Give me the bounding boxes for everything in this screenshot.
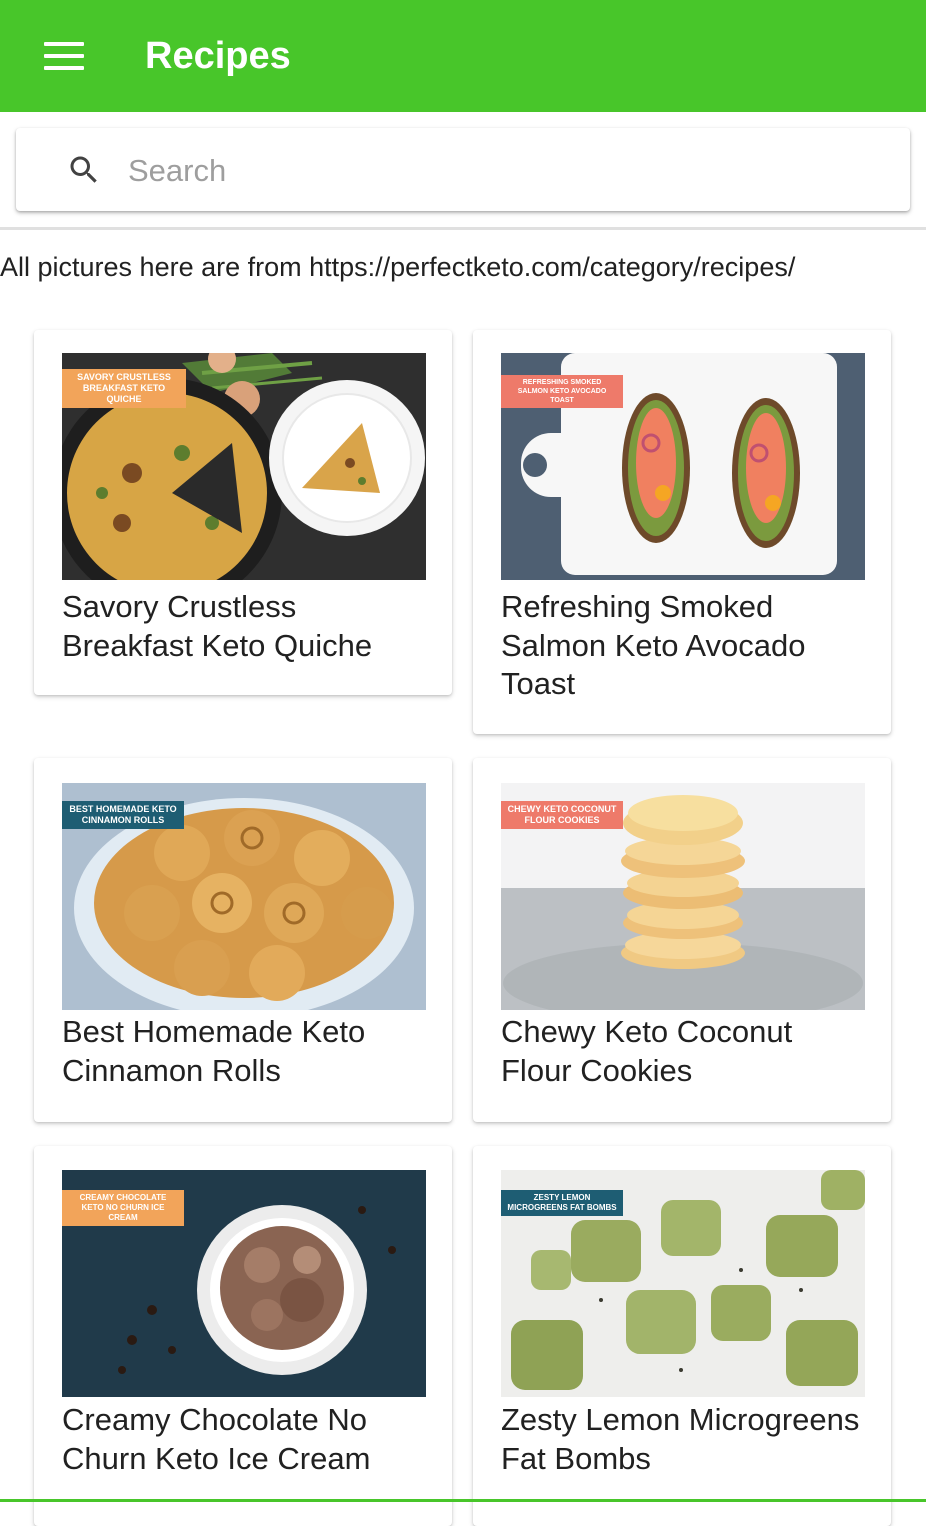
recipe-image: ZESTY LEMON MICROGREENS FAT BOMBS — [501, 1170, 865, 1397]
search-bar — [16, 128, 910, 211]
recipe-card-fat-bombs[interactable]: ZESTY LEMON MICROGREENS FAT BOMBS Zesty … — [473, 1146, 891, 1526]
recipe-card-ice-cream[interactable]: CREAMY CHOCOLATE KETO NO CHURN ICE CREAM… — [34, 1146, 452, 1526]
recipe-title: Best Homemade Keto Cinnamon Rolls — [62, 1014, 366, 1088]
search-input[interactable] — [126, 146, 890, 196]
recipe-image: SAVORY CRUSTLESS BREAKFAST KETO QUICHE — [62, 353, 426, 580]
recipe-title: Refreshing Smoked Salmon Keto Avocado To… — [501, 589, 806, 701]
recipe-tag: ZESTY LEMON MICROGREENS FAT BOMBS — [501, 1190, 623, 1216]
divider — [0, 227, 926, 230]
recipe-tag: BEST HOMEMADE KETO CINNAMON ROLLS — [62, 801, 184, 829]
recipe-card-salmon-toast[interactable]: REFRESHING SMOKED SALMON KETO AVOCADO TO… — [473, 330, 891, 734]
page-title: Recipes — [145, 35, 291, 77]
recipe-title: Chewy Keto Coconut Flour Cookies — [501, 1014, 793, 1088]
recipe-image: CREAMY CHOCOLATE KETO NO CHURN ICE CREAM — [62, 1170, 426, 1397]
recipe-title: Creamy Chocolate No Churn Keto Ice Cream — [62, 1402, 371, 1476]
recipe-image: BEST HOMEMADE KETO CINNAMON ROLLS — [62, 783, 426, 1010]
recipe-card-coconut-cookies[interactable]: CHEWY KETO COCONUT FLOUR COOKIES Chewy K… — [473, 758, 891, 1122]
menu-icon[interactable] — [44, 42, 84, 70]
recipe-card-quiche[interactable]: SAVORY CRUSTLESS BREAKFAST KETO QUICHE S… — [34, 330, 452, 695]
search-icon[interactable] — [66, 152, 102, 188]
recipe-tag: REFRESHING SMOKED SALMON KETO AVOCADO TO… — [501, 375, 623, 408]
recipe-image: REFRESHING SMOKED SALMON KETO AVOCADO TO… — [501, 353, 865, 580]
recipe-tag: SAVORY CRUSTLESS BREAKFAST KETO QUICHE — [62, 369, 186, 408]
app-bar: Recipes — [0, 0, 926, 112]
credit-text: All pictures here are from https://perfe… — [0, 252, 796, 282]
recipe-title: Zesty Lemon Microgreens Fat Bombs — [501, 1402, 860, 1476]
recipe-tag: CHEWY KETO COCONUT FLOUR COOKIES — [501, 801, 623, 829]
recipe-title: Savory Crustless Breakfast Keto Quiche — [62, 589, 373, 663]
recipe-card-cinnamon-rolls[interactable]: BEST HOMEMADE KETO CINNAMON ROLLS Best H… — [34, 758, 452, 1122]
recipe-tag: CREAMY CHOCOLATE KETO NO CHURN ICE CREAM — [62, 1190, 184, 1226]
recipe-image: CHEWY KETO COCONUT FLOUR COOKIES — [501, 783, 865, 1010]
